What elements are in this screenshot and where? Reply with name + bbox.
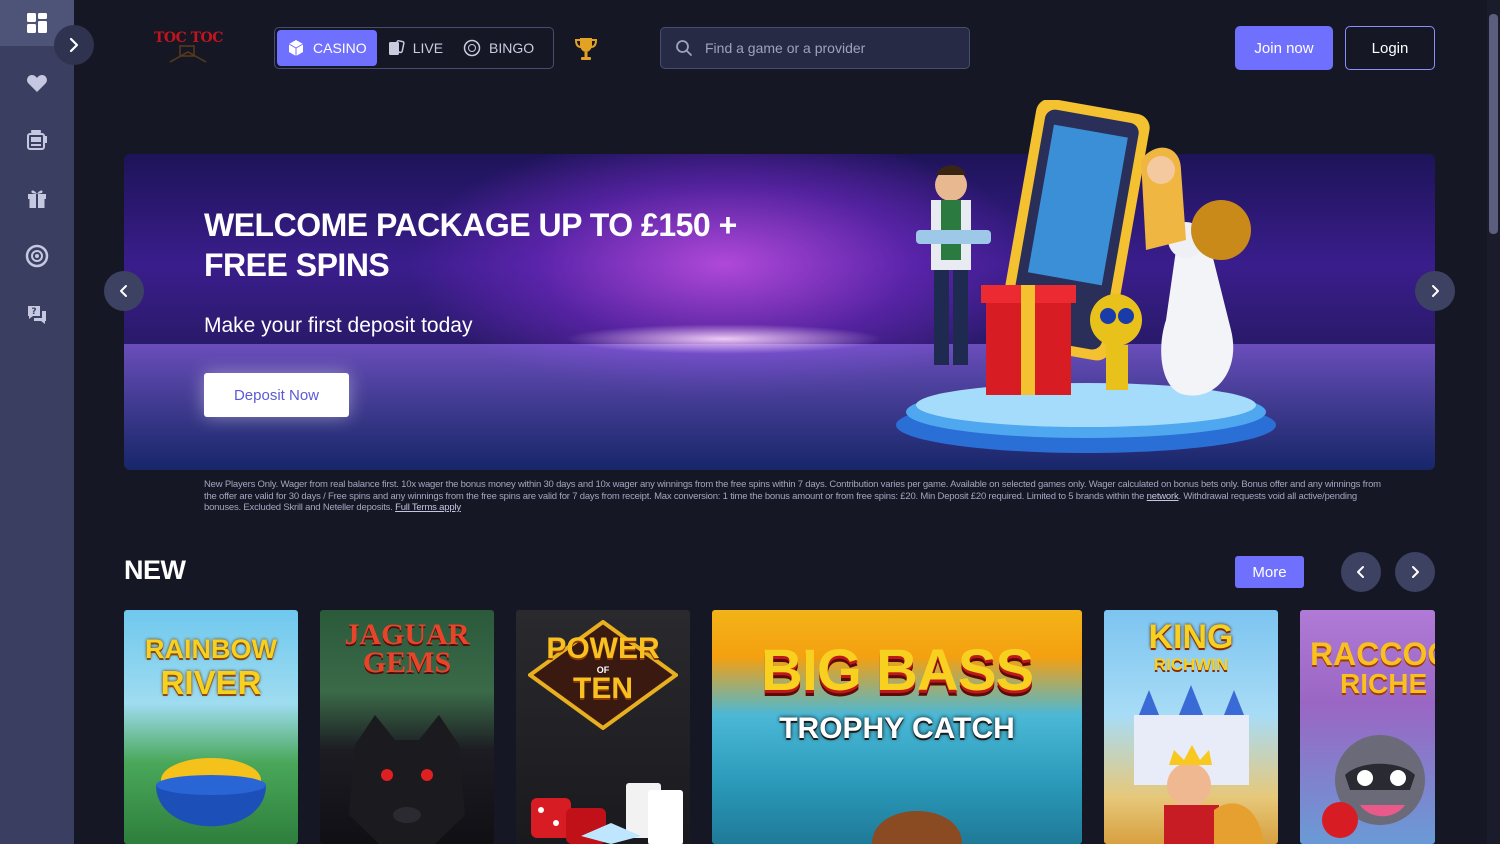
chip-icon (25, 244, 49, 268)
castle-king-icon (1134, 685, 1264, 844)
dice-and-cards-icon (531, 783, 683, 844)
tab-bingo[interactable]: BINGO (453, 30, 544, 66)
chevron-right-icon (1432, 285, 1439, 297)
banner-title: WELCOME PACKAGE UP TO £150 + FREE SPINS (204, 207, 737, 283)
tournaments-button[interactable] (572, 35, 600, 63)
more-button[interactable]: More (1235, 556, 1304, 588)
login-button[interactable]: Login (1345, 26, 1435, 70)
game-title-line2: GEMS (362, 646, 452, 679)
logo-mark-icon (169, 45, 207, 63)
gift-icon (28, 190, 46, 208)
game-title-line2: RIVER (160, 664, 262, 701)
heart-icon (27, 75, 47, 92)
games-next-button[interactable] (1395, 552, 1435, 592)
game-tile-big-bass-trophy-catch[interactable]: BIG BASS TROPHY CATCH (712, 610, 1082, 844)
game-title-line1: RACCOO (1310, 636, 1435, 672)
search-input[interactable] (705, 40, 945, 56)
trophy-icon (574, 38, 598, 60)
sidebar: ? (0, 0, 74, 844)
chevron-left-icon (120, 285, 127, 297)
banner-horizon-glow (564, 324, 884, 354)
raccoon-icon (1322, 735, 1425, 838)
game-title-line2: TROPHY CATCH (779, 712, 1015, 745)
game-tile-raccoon-riches[interactable]: RACCOO RICHE (1300, 610, 1435, 844)
games-prev-button[interactable] (1341, 552, 1381, 592)
sidebar-item-promotions[interactable] (0, 175, 74, 221)
search-bar[interactable] (660, 27, 970, 69)
game-tile-power-of-ten[interactable]: POWER OF TEN (516, 610, 690, 844)
deposit-now-button[interactable]: Deposit Now (204, 373, 349, 417)
game-tile-rainbow-river[interactable]: RAINBOW RIVER (124, 610, 298, 844)
fisherman-hat-icon (872, 811, 962, 844)
tab-bingo-label: BINGO (489, 40, 535, 56)
game-title-line2: RICHE (1340, 668, 1428, 699)
tab-live[interactable]: LIVE (377, 30, 453, 66)
game-title-line1: BIG BASS (760, 638, 1034, 703)
site-logo[interactable]: TOC TOC (150, 28, 226, 68)
product-tabs: CASINO LIVE BINGO (274, 27, 554, 69)
scrollbar-thumb[interactable] (1489, 14, 1498, 234)
game-tile-jaguar-gems[interactable]: JAGUAR GEMS (320, 610, 494, 844)
game-title-line1: POWER (546, 632, 660, 665)
terms-full-link[interactable]: Full Terms apply (395, 502, 461, 513)
cards-icon (388, 40, 405, 55)
game-title-line2: RICHWIN (1153, 655, 1229, 674)
join-now-button[interactable]: Join now (1235, 26, 1333, 70)
banner-subtitle: Make your first deposit today (204, 314, 473, 337)
tab-live-label: LIVE (412, 40, 444, 56)
dice-icon (288, 40, 304, 56)
banner-artwork (896, 100, 1276, 453)
chevron-right-icon (69, 37, 79, 53)
banner-prev-button[interactable] (104, 271, 144, 311)
game-title-line2: TEN (573, 672, 633, 705)
banner-next-button[interactable] (1415, 271, 1455, 311)
tab-casino[interactable]: CASINO (277, 30, 377, 66)
dashboard-icon (27, 13, 47, 33)
bingo-ball-icon (463, 39, 481, 57)
slot-machine-icon (27, 130, 47, 150)
sidebar-item-live-casino[interactable] (0, 233, 74, 279)
sidebar-item-favourites[interactable] (0, 60, 74, 106)
search-icon (676, 40, 692, 56)
sidebar-expand-button[interactable] (54, 25, 94, 65)
terms-network-link[interactable]: network (1147, 491, 1179, 502)
section-title-new: NEW (124, 555, 186, 585)
game-title-line1: RAINBOW (145, 634, 277, 664)
panther-icon (349, 715, 465, 844)
sidebar-item-slots[interactable] (0, 117, 74, 163)
tab-casino-label: CASINO (313, 40, 367, 56)
bonus-terms: New Players Only. Wager from real balanc… (204, 479, 1394, 514)
svg-text:?: ? (31, 307, 36, 317)
chevron-right-icon (1412, 566, 1419, 578)
pot-of-gold-icon (156, 758, 266, 827)
sidebar-item-help[interactable]: ? (0, 291, 74, 337)
game-tile-king-richwin[interactable]: KING RICHWIN (1104, 610, 1278, 844)
game-title-line1: KING (1148, 618, 1234, 656)
chevron-left-icon (1357, 566, 1364, 578)
help-chat-icon: ? (28, 306, 46, 324)
